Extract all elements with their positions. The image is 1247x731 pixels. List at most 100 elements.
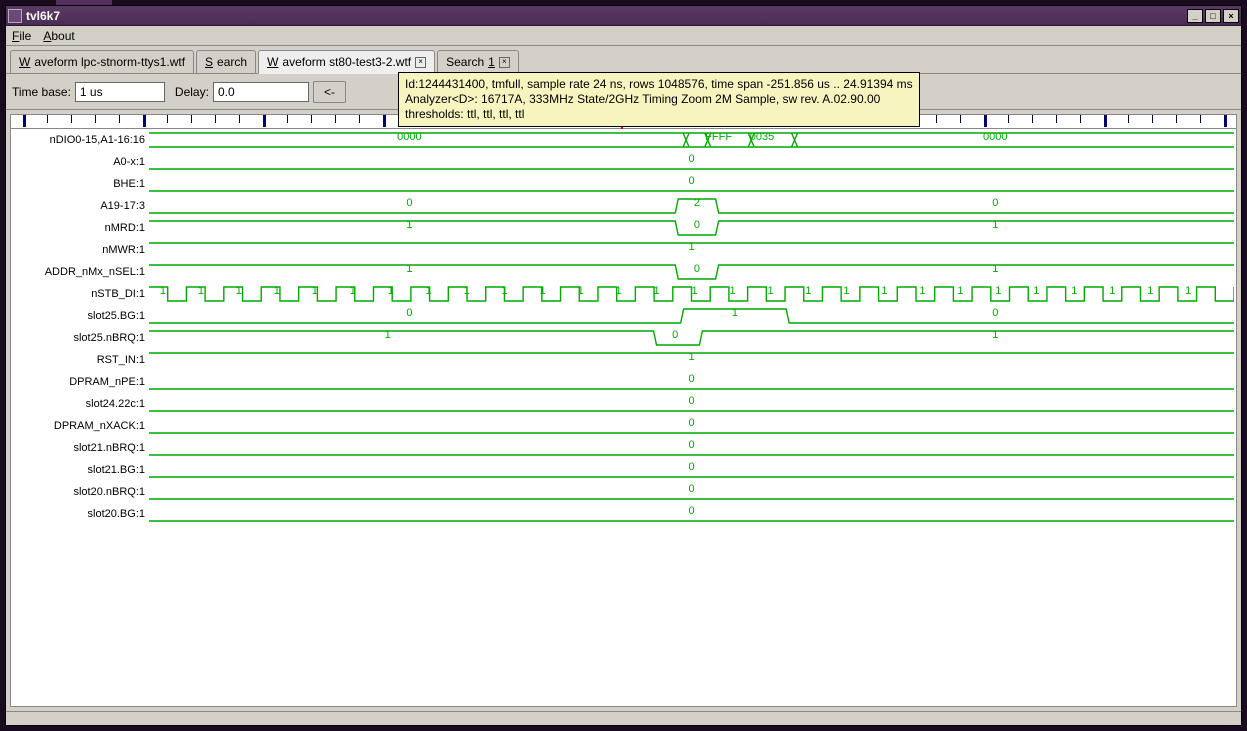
signal-value: 1 <box>388 285 394 297</box>
signal-wave[interactable]: 010 <box>149 305 1234 327</box>
signal-value: 1 <box>1033 285 1039 297</box>
tab-search[interactable]: Search <box>196 50 256 73</box>
signal-row: DPRAM_nPE:1 0 <box>11 371 1236 393</box>
signal-value: 0 <box>672 329 678 341</box>
signal-value: 1 <box>688 351 694 363</box>
signal-label: A19-17:3 <box>11 195 148 217</box>
app-icon <box>8 9 22 23</box>
signal-value: 1 <box>350 285 356 297</box>
signal-wave[interactable]: 0000FFFF00350000 <box>149 129 1234 151</box>
tab-waveform-1[interactable]: Waveform lpc-stnorm-ttys1.wtf <box>10 50 194 73</box>
signal-value: 1 <box>274 285 280 297</box>
signal-wave[interactable]: 1111111111111111111111111111 <box>149 283 1234 305</box>
tooltip-line: Analyzer<D>: 16717A, 333MHz State/2GHz T… <box>405 92 913 107</box>
menu-about[interactable]: About <box>43 29 74 43</box>
signal-area: nDIO0-15,A1-16:160000FFFF00350000A0-x:10… <box>11 129 1236 525</box>
signal-wave[interactable]: 1 <box>149 349 1234 371</box>
waveform-viewport[interactable]: nDIO0-15,A1-16:160000FFFF00350000A0-x:10… <box>10 114 1237 707</box>
signal-value: 1 <box>540 285 546 297</box>
timebase-input[interactable] <box>75 82 165 102</box>
signal-value: 1 <box>805 285 811 297</box>
signal-value: 1 <box>312 285 318 297</box>
signal-wave[interactable]: 0 <box>149 393 1234 415</box>
info-tooltip: Id:1244431400, tmfull, sample rate 24 ns… <box>398 72 920 127</box>
signal-value: 1 <box>957 285 963 297</box>
signal-wave[interactable]: 0 <box>149 173 1234 195</box>
signal-row: nDIO0-15,A1-16:160000FFFF00350000 <box>11 129 1236 151</box>
signal-label: nMWR:1 <box>11 239 148 261</box>
close-icon[interactable]: × <box>499 57 510 68</box>
signal-value: 1 <box>992 263 998 275</box>
close-icon[interactable]: × <box>415 57 426 68</box>
signal-value: 1 <box>1109 285 1115 297</box>
signal-wave[interactable]: 1 <box>149 239 1234 261</box>
signal-row: ADDR_nMx_nSEL:1101 <box>11 261 1236 283</box>
signal-label: A0-x:1 <box>11 151 148 173</box>
signal-row: nMWR:1 1 <box>11 239 1236 261</box>
signal-value: 1 <box>426 285 432 297</box>
maximize-button[interactable]: □ <box>1205 9 1221 23</box>
toolbar: Time base: Delay: <- Id:1244431400, tmfu… <box>6 74 1241 110</box>
signal-row: slot21.BG:10 <box>11 459 1236 481</box>
close-button[interactable]: × <box>1223 9 1239 23</box>
signal-wave[interactable]: 101 <box>149 327 1234 349</box>
signal-row: A0-x:10 <box>11 151 1236 173</box>
menu-bar: File About <box>6 26 1241 46</box>
signal-row: slot21.nBRQ:10 <box>11 437 1236 459</box>
signal-value: 1 <box>578 285 584 297</box>
menu-file[interactable]: File <box>12 29 31 43</box>
back-button[interactable]: <- <box>313 81 346 103</box>
signal-value: 1 <box>406 263 412 275</box>
signal-value: 1 <box>919 285 925 297</box>
tab-label: earch <box>217 55 247 69</box>
signal-value: 1 <box>464 285 470 297</box>
signal-value: 1 <box>1071 285 1077 297</box>
signal-wave[interactable]: 101 <box>149 261 1234 283</box>
signal-row: nSTB_DI:11111111111111111111111111111 <box>11 283 1236 305</box>
signal-wave[interactable]: 0 <box>149 415 1234 437</box>
signal-label: nDIO0-15,A1-16:16 <box>11 129 148 151</box>
signal-label: slot25.BG:1 <box>11 305 148 327</box>
delay-input[interactable] <box>213 82 309 102</box>
signal-value: 0 <box>688 373 694 385</box>
signal-wave[interactable]: 0 <box>149 481 1234 503</box>
minimize-button[interactable]: _ <box>1187 9 1203 23</box>
signal-wave[interactable]: 0 <box>149 151 1234 173</box>
title-bar[interactable]: tvl6k7 _ □ × <box>6 6 1241 26</box>
signal-row: BHE:10 <box>11 173 1236 195</box>
signal-label: slot25.nBRQ:1 <box>11 327 148 349</box>
signal-row: RST_IN:11 <box>11 349 1236 371</box>
signal-value: 1 <box>995 285 1001 297</box>
signal-row: A19-17:3020 <box>11 195 1236 217</box>
signal-wave[interactable]: 020 <box>149 195 1234 217</box>
signal-wave[interactable]: 0 <box>149 371 1234 393</box>
tab-search-1[interactable]: Search 1× <box>437 50 519 73</box>
signal-value: 1 <box>1147 285 1153 297</box>
signal-label: slot20.nBRQ:1 <box>11 481 148 503</box>
signal-wave[interactable]: 101 <box>149 217 1234 239</box>
signal-value: 1 <box>502 285 508 297</box>
signal-value: 1 <box>692 285 698 297</box>
signal-label: nSTB_DI:1 <box>11 283 148 305</box>
tab-waveform-2[interactable]: Waveform st80-test3-2.wtf× <box>258 50 435 74</box>
signal-label: slot21.nBRQ:1 <box>11 437 148 459</box>
main-window: tvl6k7 _ □ × File About Waveform lpc-stn… <box>5 5 1242 726</box>
signal-label: DPRAM_nXACK:1 <box>11 415 148 437</box>
signal-value: 1 <box>688 241 694 253</box>
signal-value: 1 <box>198 285 204 297</box>
signal-value: 1 <box>406 219 412 231</box>
signal-wave[interactable]: 0 <box>149 503 1234 525</box>
signal-wave[interactable]: 0 <box>149 437 1234 459</box>
signal-label: DPRAM_nPE:1 <box>11 371 148 393</box>
signal-wave[interactable]: 0 <box>149 459 1234 481</box>
tab-label: aveform st80-test3-2.wtf <box>282 55 411 69</box>
signal-label: slot21.BG:1 <box>11 459 148 481</box>
signal-value: 0 <box>688 505 694 517</box>
tab-bar: Waveform lpc-stnorm-ttys1.wtf Search Wav… <box>6 46 1241 74</box>
tooltip-line: thresholds: ttl, ttl, ttl, ttl <box>405 107 913 122</box>
signal-row: slot25.nBRQ:1101 <box>11 327 1236 349</box>
signal-value: 0000 <box>397 131 421 143</box>
signal-label: BHE:1 <box>11 173 148 195</box>
signal-value: 0 <box>688 395 694 407</box>
signal-value: 1 <box>160 285 166 297</box>
